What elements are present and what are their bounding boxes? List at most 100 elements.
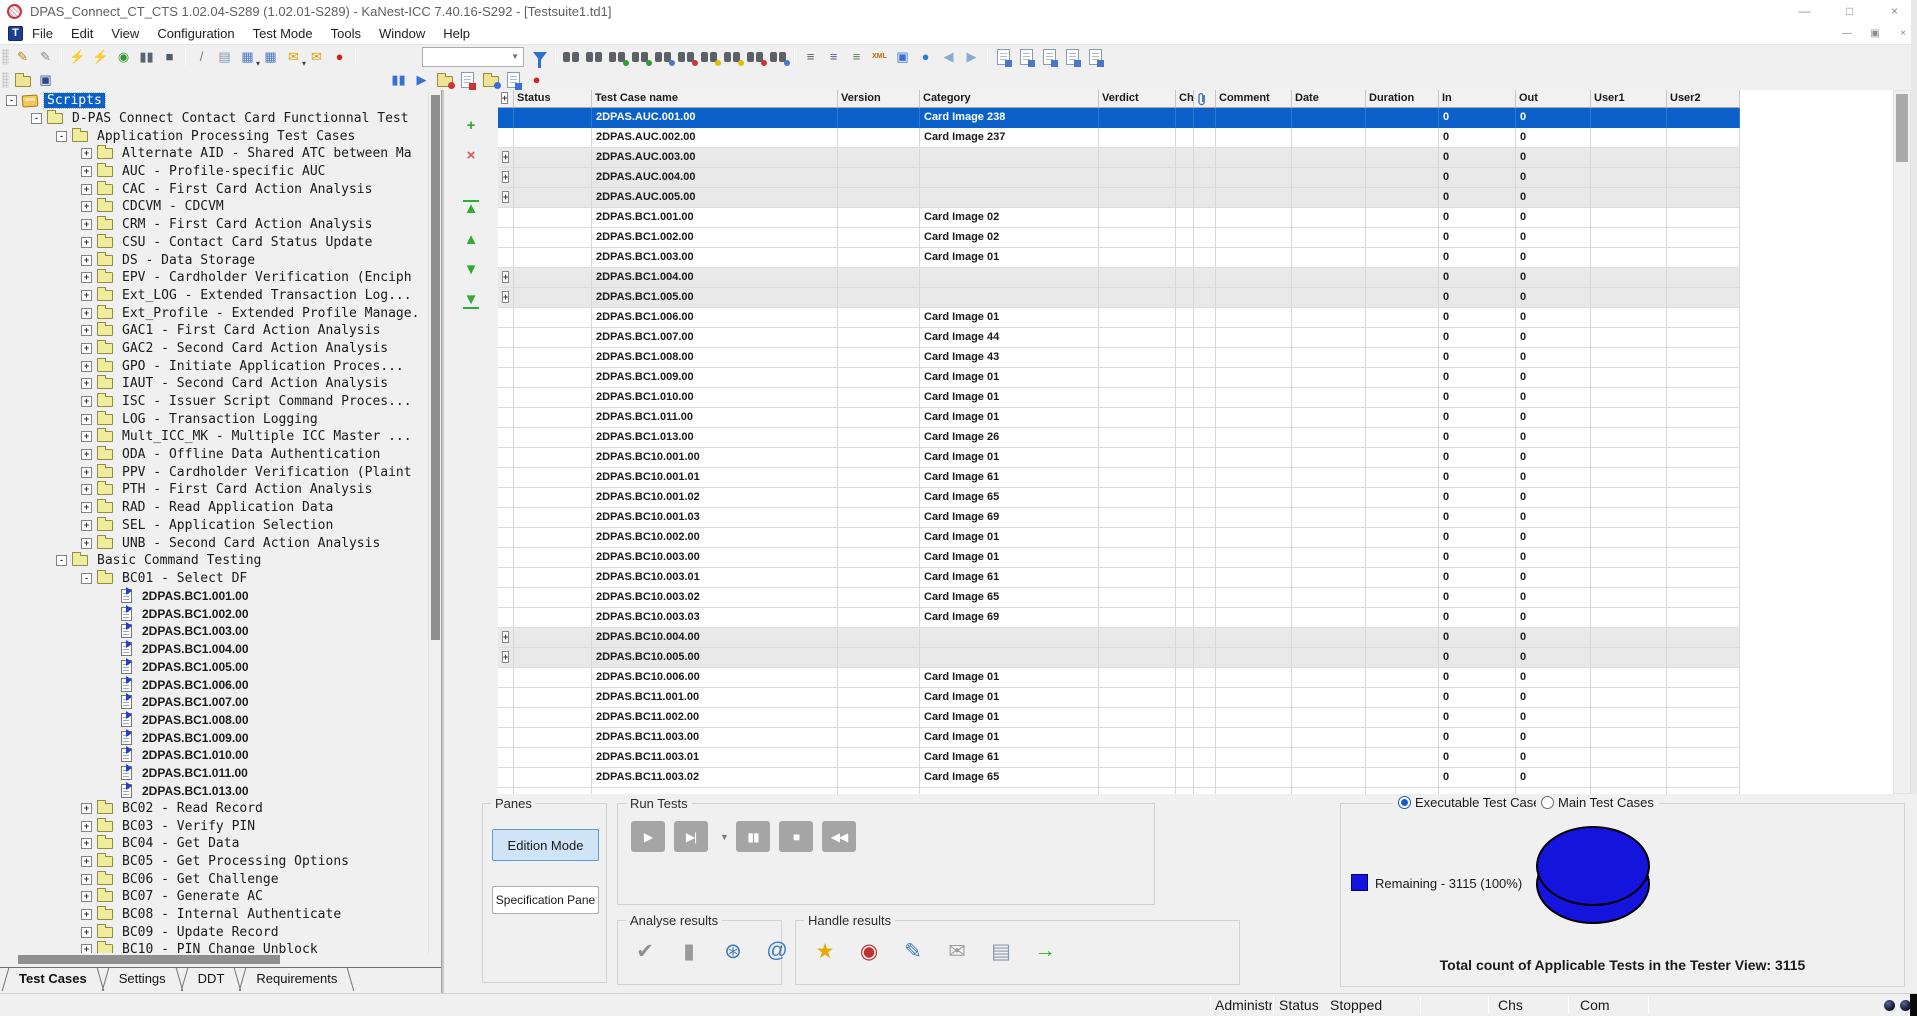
tab-settings[interactable]: Settings xyxy=(103,968,182,991)
info-doc-icon[interactable] xyxy=(503,70,524,89)
column-header-status[interactable]: Status xyxy=(514,90,592,108)
column-header-date[interactable]: Date xyxy=(1292,90,1366,108)
tree-item[interactable]: +ODA - Offline Data Authentication xyxy=(0,446,428,464)
tree-item[interactable]: +CDCVM - CDCVM xyxy=(0,198,428,216)
tree-item[interactable]: +PPV - Cardholder Verification (Plaint xyxy=(0,463,428,481)
edition-mode-button[interactable]: Edition Mode xyxy=(492,829,599,861)
run-all-icon[interactable]: ⚡ xyxy=(90,47,111,66)
move-down-button[interactable]: ▼ xyxy=(459,260,483,280)
search-failed-icon[interactable] xyxy=(676,47,697,66)
attach-results-icon[interactable]: @ xyxy=(762,937,792,965)
expand-icon[interactable]: + xyxy=(502,651,509,663)
table-row[interactable]: +2DPAS.AUC.004.0000 xyxy=(498,168,1893,188)
collapse-icon[interactable]: - xyxy=(6,95,17,106)
collapse-icon[interactable]: - xyxy=(56,555,67,566)
table-row[interactable]: 2DPAS.AUC.002.00Card Image 23700 xyxy=(498,128,1893,148)
reader-icon[interactable]: ▦ xyxy=(260,47,281,66)
tree-item[interactable]: 2DPAS.BC1.001.00 xyxy=(0,587,428,605)
tree-item[interactable]: +LOG - Transaction Logging xyxy=(0,410,428,428)
menu-tools[interactable]: Tools xyxy=(322,25,370,42)
expand-icon[interactable]: + xyxy=(502,291,509,303)
tree-item[interactable]: +BC09 - Update Record xyxy=(0,923,428,941)
tree-item[interactable]: +BC05 - Get Processing Options xyxy=(0,853,428,871)
tree-item[interactable]: +RAD - Read Application Data xyxy=(0,499,428,517)
tree-item[interactable]: -Scripts xyxy=(0,92,428,110)
pause-exec-icon[interactable]: ▮▮ xyxy=(136,47,157,66)
edit-results-icon[interactable]: ✎ xyxy=(898,937,928,965)
table-row[interactable]: 2DPAS.BC10.006.00Card Image 0100 xyxy=(498,668,1893,688)
search-passed-icon[interactable] xyxy=(607,47,628,66)
expand-icon[interactable]: + xyxy=(502,631,509,643)
expand-icon[interactable]: + xyxy=(81,396,92,407)
minimize-button[interactable]: — xyxy=(1782,0,1827,22)
generate-report-icon[interactable]: ⊛ xyxy=(718,937,748,965)
nav-forward-icon[interactable]: ▶ xyxy=(961,47,982,66)
expand-icon[interactable]: + xyxy=(81,874,92,885)
menu-file[interactable]: File xyxy=(23,25,62,42)
table-row[interactable]: 2DPAS.BC10.001.00Card Image 0100 xyxy=(498,448,1893,468)
tree-item[interactable]: 2DPAS.BC1.009.00 xyxy=(0,729,428,747)
menu-view[interactable]: View xyxy=(102,25,148,42)
table-row[interactable]: 2DPAS.AUC.001.00Card Image 23800 xyxy=(498,108,1893,128)
expand-all-toggle[interactable]: + xyxy=(501,92,508,104)
expand-icon[interactable]: + xyxy=(502,271,509,283)
search-next-icon[interactable] xyxy=(584,47,605,66)
tab-test-cases[interactable]: Test Cases xyxy=(3,968,103,991)
table-row[interactable]: 2DPAS.BC1.009.00Card Image 0100 xyxy=(498,368,1893,388)
column-header-category[interactable]: Category xyxy=(920,90,1099,108)
list-checked-icon[interactable]: ≡ xyxy=(823,47,844,66)
table-row[interactable]: +2DPAS.BC10.005.0000 xyxy=(498,648,1893,668)
expand-icon[interactable]: + xyxy=(81,361,92,372)
expand-icon[interactable]: + xyxy=(81,502,92,513)
connect-reader-icon[interactable]: ◉ xyxy=(113,47,134,66)
menu-test-mode[interactable]: Test Mode xyxy=(244,25,322,42)
expand-icon[interactable]: + xyxy=(81,414,92,425)
table-row[interactable]: 2DPAS.BC10.001.01Card Image 6100 xyxy=(498,468,1893,488)
tree-item[interactable]: 2DPAS.BC1.006.00 xyxy=(0,676,428,694)
log-folder-icon[interactable] xyxy=(434,70,455,89)
tree-item[interactable]: 2DPAS.BC1.007.00 xyxy=(0,693,428,711)
record-icon[interactable]: ● xyxy=(526,70,547,89)
open-file-icon[interactable] xyxy=(12,70,33,89)
abort-icon[interactable]: ● xyxy=(329,47,350,66)
tree-item[interactable]: +Ext_Profile - Extended Profile Manage. xyxy=(0,304,428,322)
table-row[interactable]: 2DPAS.BC11.003.02Card Image 6500 xyxy=(498,768,1893,788)
edit-pencil-icon[interactable]: ✎ xyxy=(12,47,33,66)
table-row[interactable]: 2DPAS.BC10.003.01Card Image 6100 xyxy=(498,568,1893,588)
column-header-version[interactable]: Version xyxy=(838,90,920,108)
tree-item[interactable]: +ISC - Issuer Script Command Proces... xyxy=(0,393,428,411)
expand-icon[interactable]: + xyxy=(81,927,92,938)
table-row[interactable]: 2DPAS.BC10.001.03Card Image 6900 xyxy=(498,508,1893,528)
table-row[interactable]: 2DPAS.BC1.011.00Card Image 0100 xyxy=(498,408,1893,428)
expand-icon[interactable]: + xyxy=(81,803,92,814)
tree-item[interactable]: +BC10 - PIN Change Unblock xyxy=(0,941,428,953)
executable-test-cases-radio[interactable]: Executable Test Cases xyxy=(1393,795,1552,810)
expand-icon[interactable]: + xyxy=(81,201,92,212)
tree-item[interactable]: +Ext_LOG - Extended Transaction Log... xyxy=(0,287,428,305)
wrench-doc-icon[interactable]: ▤ xyxy=(214,47,235,66)
results-bar-icon[interactable]: ▮ xyxy=(674,937,704,965)
web-report-icon[interactable]: ● xyxy=(915,47,936,66)
tree-item[interactable]: 2DPAS.BC1.013.00 xyxy=(0,782,428,800)
tree-item[interactable]: +GAC2 - Second Card Action Analysis xyxy=(0,340,428,358)
tab-requirements[interactable]: Requirements xyxy=(240,968,353,991)
report-doc-4-icon[interactable] xyxy=(1062,47,1083,66)
specification-pane-button[interactable]: Specification Pane xyxy=(492,886,599,914)
report-doc-3-icon[interactable] xyxy=(1039,47,1060,66)
tree-item[interactable]: -Application Processing Test Cases xyxy=(0,127,428,145)
expand-icon[interactable]: + xyxy=(81,484,92,495)
collapse-icon[interactable]: - xyxy=(81,573,92,584)
menu-configuration[interactable]: Configuration xyxy=(148,25,243,42)
expand-icon[interactable]: + xyxy=(81,237,92,248)
report-doc-2-icon[interactable] xyxy=(1016,47,1037,66)
column-header-in[interactable]: In xyxy=(1439,90,1516,108)
search-warn-icon[interactable] xyxy=(699,47,720,66)
table-row[interactable]: 2DPAS.BC11.003.01Card Image 6100 xyxy=(498,748,1893,768)
table-row[interactable]: 2DPAS.BC1.010.00Card Image 0100 xyxy=(498,388,1893,408)
expand-icon[interactable]: + xyxy=(81,184,92,195)
report-doc-1-icon[interactable] xyxy=(993,47,1014,66)
run-script-icon[interactable]: ⚡ xyxy=(67,47,88,66)
expand-icon[interactable]: + xyxy=(81,272,92,283)
xml-export-icon[interactable]: XML xyxy=(869,47,890,66)
tree-item[interactable]: +CRM - First Card Action Analysis xyxy=(0,216,428,234)
